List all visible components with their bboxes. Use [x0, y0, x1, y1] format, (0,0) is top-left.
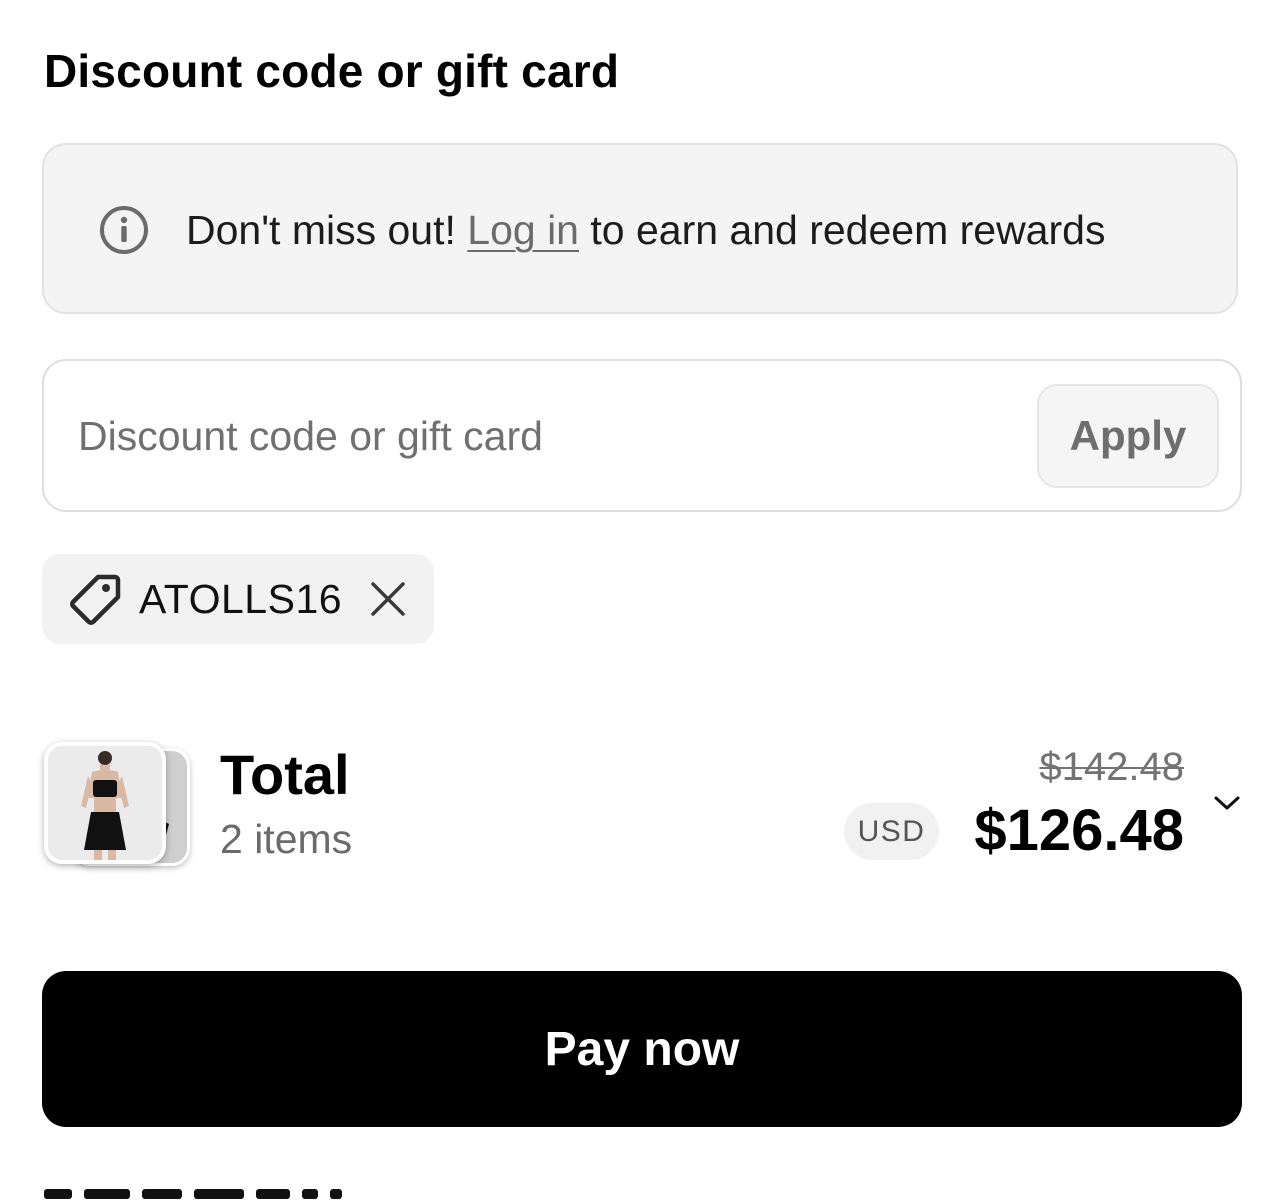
info-icon — [100, 206, 148, 254]
cut-off-heading — [44, 1186, 414, 1201]
discount-code-input[interactable] — [78, 401, 1018, 471]
items-count: 2 items — [220, 816, 353, 862]
chevron-down-icon[interactable] — [1212, 790, 1242, 816]
original-price: $142.48 — [1039, 745, 1184, 789]
pay-now-button[interactable]: Pay now — [42, 971, 1242, 1127]
close-icon[interactable] — [368, 579, 408, 619]
rewards-notice: Don't miss out! Log in to earn and redee… — [42, 143, 1238, 314]
model-figure-icon — [48, 746, 162, 860]
notice-text-before: Don't miss out! — [186, 207, 468, 253]
product-thumbnail-stack — [44, 742, 194, 868]
total-label: Total — [220, 743, 350, 806]
discount-heading: Discount code or gift card — [44, 45, 620, 97]
discount-form: Apply — [42, 359, 1242, 512]
rewards-notice-text: Don't miss out! Log in to earn and redee… — [186, 205, 1105, 255]
applied-discount-chip: ATOLLS16 — [42, 554, 434, 644]
final-price: $126.48 — [974, 798, 1184, 863]
product-thumbnail — [44, 742, 166, 864]
discount-code-label: ATOLLS16 — [139, 576, 343, 622]
notice-text-after: to earn and redeem rewards — [578, 207, 1106, 253]
login-link[interactable]: Log in — [467, 207, 579, 253]
checkout-page: Discount code or gift card Don't miss ou… — [0, 0, 1284, 1201]
apply-button[interactable]: Apply — [1037, 384, 1219, 488]
currency-badge: USD — [844, 803, 939, 860]
tag-icon — [70, 574, 121, 625]
